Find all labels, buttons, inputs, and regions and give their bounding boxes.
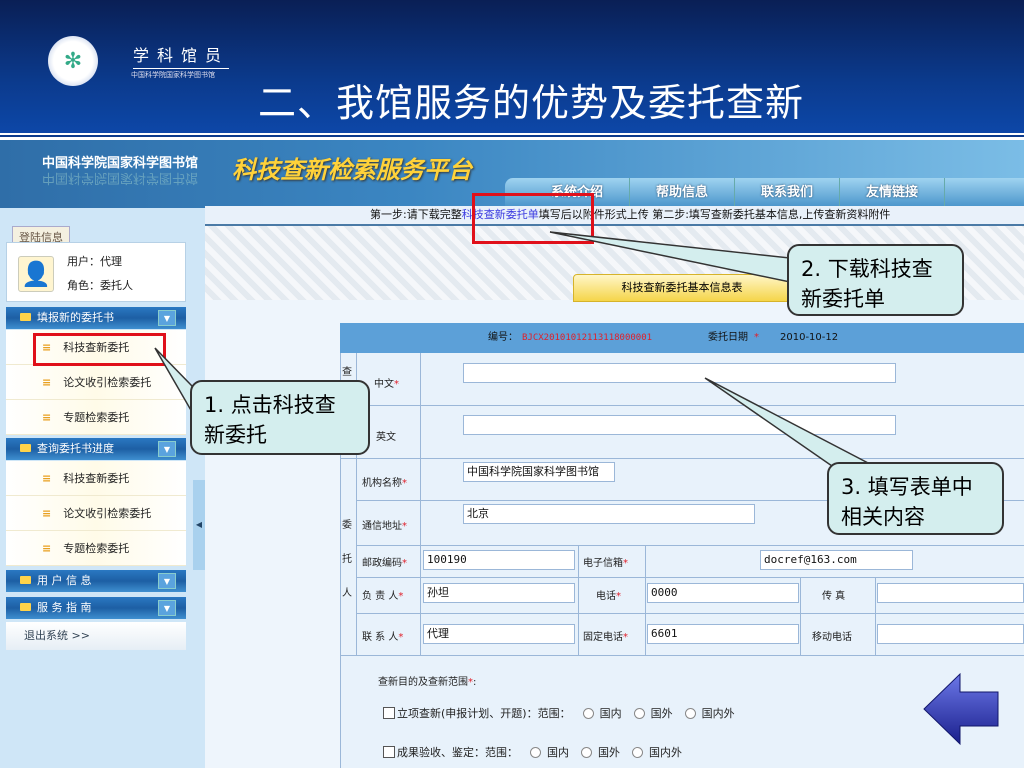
- callout-pointer: [154, 347, 193, 415]
- callout-pointer: [704, 377, 873, 467]
- callout-step2: 2. 下载科技查新委托单: [787, 244, 964, 316]
- callout-pointers: [154, 231, 873, 467]
- callout-step3: 3. 填写表单中相关内容: [827, 462, 1004, 535]
- callout-pointer: [549, 231, 791, 283]
- back-arrow-icon[interactable]: [922, 672, 1002, 747]
- callout-step1: 1. 点击科技查新委托: [190, 380, 370, 455]
